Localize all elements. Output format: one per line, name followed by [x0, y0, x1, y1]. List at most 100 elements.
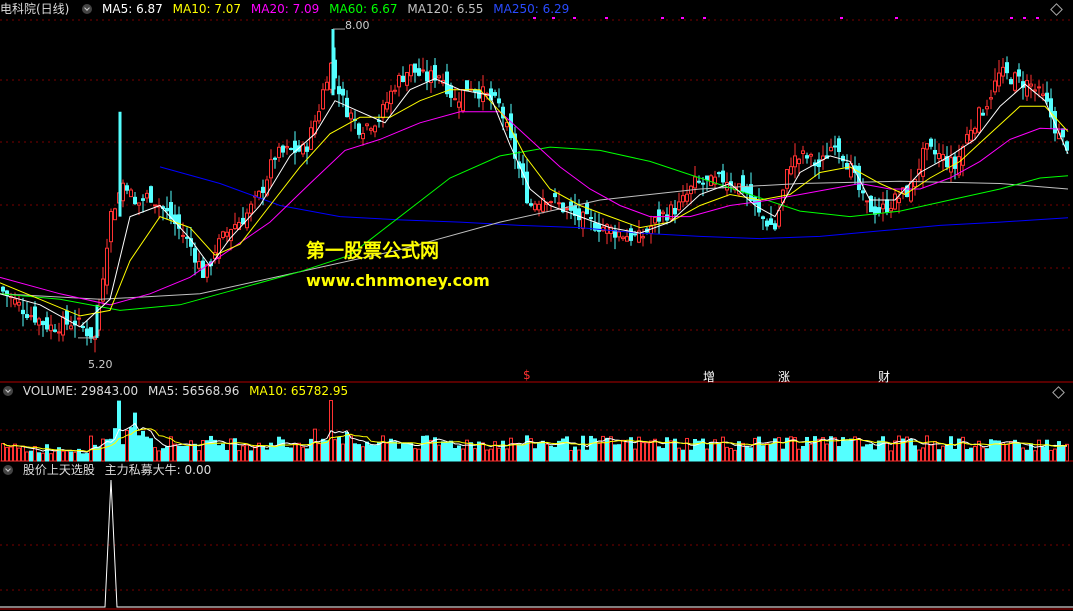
volume-bar: [157, 450, 161, 462]
candle-body: [929, 138, 933, 147]
candle-body: [137, 202, 141, 206]
volume-bar: [73, 451, 77, 462]
candle-body: [405, 72, 409, 86]
candle-body: [125, 185, 129, 191]
indicator-line: [0, 479, 1073, 608]
volume-bar: [541, 440, 545, 462]
volume-bar: [201, 440, 205, 462]
candle-body: [337, 86, 341, 95]
volume-bar: [753, 437, 757, 462]
candle-body: [657, 209, 661, 222]
signal-dot: [895, 17, 898, 19]
volume-bar: [69, 451, 73, 462]
candle-body: [761, 216, 765, 219]
candle-body: [33, 306, 37, 323]
candle-body: [181, 234, 185, 237]
candle-body: [361, 133, 365, 140]
volume-bar: [577, 449, 581, 462]
candle-body: [921, 147, 925, 177]
volume-bar: [173, 443, 177, 462]
candle-body: [997, 72, 1001, 87]
candle-body: [577, 208, 581, 221]
stock-chart-window: 电科院(日线) MA5: 6.87 MA10: 7.07 MA20: 7.09 …: [0, 0, 1073, 611]
volume-bar: [873, 449, 877, 462]
event-marker-dollar[interactable]: $: [523, 368, 531, 382]
volume-bar: [729, 448, 733, 462]
volume-bar: [377, 441, 381, 462]
candle-body: [57, 331, 61, 334]
candle-body: [977, 107, 981, 133]
signal-dot: [840, 17, 843, 19]
volume-ma5-label: MA5: 56568.96: [148, 384, 240, 398]
volume-bar: [249, 450, 253, 462]
candle-body: [413, 63, 417, 73]
candle-body: [153, 204, 157, 207]
volume-bar: [829, 436, 833, 462]
volume-bar: [837, 446, 841, 462]
volume-bar: [129, 427, 133, 462]
candle-body: [877, 207, 881, 214]
volume-bar: [533, 448, 537, 462]
candle-body: [897, 197, 901, 204]
volume-bar: [517, 444, 521, 462]
candle-body: [249, 203, 253, 214]
indicator-title: 股价上天选股: [22, 463, 95, 477]
volume-bar: [381, 435, 385, 462]
ma60-label: MA60: 6.67: [329, 2, 398, 16]
volume-bar: [21, 445, 25, 462]
candle-body: [233, 224, 237, 230]
volume-bar: [525, 435, 529, 462]
candle-body: [665, 214, 669, 221]
volume-bar: [713, 439, 717, 462]
volume-bar: [797, 448, 801, 462]
candle-body: [1041, 93, 1045, 96]
candle-body: [465, 80, 469, 92]
volume-bar: [625, 441, 629, 462]
chart-canvas: [0, 17, 1073, 610]
volume-bar: [189, 440, 193, 462]
volume-bar: [573, 446, 577, 462]
volume-bar: [361, 446, 365, 462]
volume-bar: [569, 449, 573, 462]
volume-bar: [1049, 449, 1053, 462]
chevron-down-icon[interactable]: [82, 4, 93, 14]
volume-bar: [353, 443, 357, 462]
event-marker-zeng[interactable]: 增: [703, 368, 715, 385]
volume-bar: [749, 447, 753, 462]
candle-body: [893, 193, 897, 210]
volume-bar: [161, 448, 165, 462]
candle-body: [69, 325, 73, 330]
volume-bar: [1009, 441, 1013, 462]
candle-body: [109, 211, 113, 243]
chevron-down-icon[interactable]: [3, 386, 13, 396]
volume-bar: [801, 445, 805, 462]
candle-body: [721, 170, 725, 183]
volume-bar: [1033, 450, 1037, 462]
candle-body: [257, 190, 261, 198]
volume-bar: [585, 449, 589, 462]
volume-bar: [317, 443, 321, 462]
volume-bar: [545, 443, 549, 462]
volume-bar: [229, 438, 233, 462]
candle-body: [305, 146, 309, 152]
volume-bar: [669, 440, 673, 462]
volume-bar: [941, 445, 945, 462]
candle-body: [557, 202, 561, 205]
volume-bar: [1017, 443, 1021, 462]
volume-bar: [1001, 442, 1005, 462]
candle-body: [225, 231, 229, 237]
volume-bar: [17, 447, 21, 462]
volume-bar: [693, 438, 697, 462]
candle-body: [437, 75, 441, 79]
volume-bar: [445, 442, 449, 462]
volume-bar: [197, 450, 201, 462]
chevron-down-icon[interactable]: [3, 465, 13, 475]
candle-body: [865, 200, 869, 203]
candle-body: [525, 171, 529, 204]
volume-bar: [225, 449, 229, 462]
event-marker-zhang[interactable]: 涨: [778, 368, 790, 385]
event-marker-cai[interactable]: 财: [878, 368, 890, 385]
volume-bar: [657, 446, 661, 462]
candle-body: [145, 192, 149, 199]
volume-bar: [421, 435, 425, 462]
